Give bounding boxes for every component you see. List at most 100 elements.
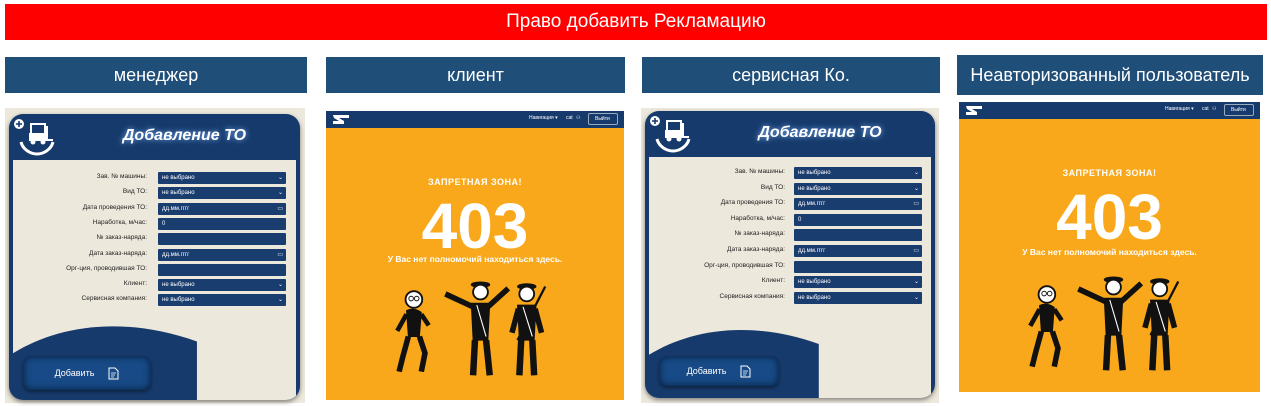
user-icon: ⚇ xyxy=(1212,106,1217,112)
form-title: Добавление ТО xyxy=(122,127,247,144)
user-short: cat xyxy=(566,115,573,121)
text-field[interactable]: 0 xyxy=(794,213,922,226)
error-code: 403 xyxy=(1056,181,1163,253)
add-button-label: Добавить xyxy=(54,368,95,378)
field-value: не выбрано xyxy=(162,297,195,304)
form-row: Сервисная компания: не выбрано ⌄ xyxy=(13,294,296,307)
document-edit-icon xyxy=(740,365,751,377)
select-field[interactable]: не выбрано ⌄ xyxy=(158,187,286,200)
service-screenshot: Добавление ТО Зав. № машины: не выбрано ⌄ В… xyxy=(641,108,939,403)
calendar-icon: ▭ xyxy=(277,205,283,212)
field-label: № заказ-наряда: xyxy=(734,230,785,238)
logout-button[interactable]: Выйти xyxy=(1224,104,1254,116)
unauthorized-screenshot: Навигация ▾ cat ⚇ Выйти ЗАПРЕТНАЯ ЗОНА! … xyxy=(959,102,1260,392)
field-label: Сервисная компания: xyxy=(719,292,785,300)
date-field[interactable]: дд.мм.гггг ▭ xyxy=(158,248,286,261)
form-row: Наработка, м/час: 0 xyxy=(13,217,296,231)
form-body: Зав. № машины: не выбрано ⌄ Вид ТО: не выбра… xyxy=(13,160,296,400)
calendar-icon: ▭ xyxy=(277,251,283,258)
field-value: не выбрано xyxy=(162,282,195,289)
field-label: Клиент: xyxy=(123,280,147,288)
field-label: Орг-ция, проводившая ТО: xyxy=(66,264,147,272)
date-field[interactable]: дд.мм.гггг ▭ xyxy=(794,198,922,211)
form-row: Вид ТО: не выбрано ⌄ xyxy=(13,187,296,200)
text-field[interactable] xyxy=(794,260,922,273)
navigation-label: Навигация xyxy=(1165,106,1190,112)
forklift-hands-logo-icon xyxy=(650,116,691,153)
form-row: Дата заказ-наряда: дд.мм.гггг ▭ xyxy=(649,245,931,258)
field-label: Наработка, м/час: xyxy=(92,218,147,226)
select-field[interactable]: не выбрано ⌄ xyxy=(794,291,922,304)
chevron-down-icon: ⌄ xyxy=(277,190,283,197)
document-edit-icon xyxy=(108,367,119,379)
text-field[interactable]: 0 xyxy=(158,217,286,230)
page-banner: Право добавить Рекламацию xyxy=(5,4,1267,40)
top-navbar: Навигация ▾ cat ⚇ Выйти xyxy=(959,102,1260,119)
field-label: № заказ-наряда: xyxy=(96,234,147,242)
brand-logo-icon[interactable] xyxy=(332,114,350,125)
guards-illustration xyxy=(1028,276,1180,371)
column-header-service: сервисная Ко. xyxy=(642,57,940,93)
navigation-dropdown[interactable]: Навигация ▾ xyxy=(1165,106,1194,112)
column-header-manager: менеджер xyxy=(5,57,307,93)
no-permission-message: У Вас нет полномочий находиться здесь. xyxy=(1022,247,1197,257)
calendar-icon: ▭ xyxy=(913,248,919,254)
guards-illustration xyxy=(395,281,547,376)
select-field[interactable]: не выбрано ⌄ xyxy=(158,172,286,184)
field-label: Дата заказ-наряда: xyxy=(89,249,147,257)
navigation-label: Навигация xyxy=(529,115,554,121)
select-field[interactable]: не выбрано ⌄ xyxy=(794,182,922,195)
logout-label: Выйти xyxy=(595,116,610,122)
field-value: дд.мм.гггг xyxy=(798,201,826,208)
select-field[interactable]: не выбрано ⌄ xyxy=(158,294,286,307)
date-field[interactable]: дд.мм.гггг ▭ xyxy=(794,245,922,257)
text-field[interactable] xyxy=(158,233,286,246)
brand-logo-icon[interactable] xyxy=(965,105,983,116)
field-value: 0 xyxy=(798,216,802,223)
add-button[interactable]: Добавить xyxy=(23,356,151,390)
field-value: не выбрано xyxy=(162,190,195,197)
form-row: № заказ-наряда: xyxy=(13,233,296,246)
field-value: дд.мм.гггг xyxy=(798,248,826,254)
field-value: не выбрано xyxy=(798,279,831,286)
top-navbar: Навигация ▾ cat ⚇ Выйти xyxy=(326,111,624,128)
column-header-client: клиент xyxy=(326,57,625,93)
form-header: Добавление ТО xyxy=(9,114,300,160)
chevron-down-icon: ⌄ xyxy=(913,294,919,301)
forbidden-zone-heading: ЗАПРЕТНАЯ ЗОНА! xyxy=(428,177,522,187)
field-value: 0 xyxy=(162,220,166,227)
no-permission-message: У Вас нет полномочий находиться здесь. xyxy=(387,254,563,264)
forbidden-zone-heading: ЗАПРЕТНАЯ ЗОНА! xyxy=(1062,168,1157,178)
form-row: Клиент: не выбрано ⌄ xyxy=(13,279,296,292)
navigation-dropdown[interactable]: Навигация ▾ xyxy=(529,115,558,121)
form-row: Дата проведения ТО: дд.мм.гггг ▭ xyxy=(649,198,931,211)
text-field[interactable] xyxy=(794,229,922,242)
chevron-down-icon: ⌄ xyxy=(277,297,283,304)
select-field[interactable]: не выбрано ⌄ xyxy=(794,167,922,179)
field-label: Орг-ция, проводившая ТО: xyxy=(704,261,785,269)
form-title: Добавление ТО xyxy=(758,124,882,141)
logout-button[interactable]: Выйти xyxy=(588,113,618,125)
field-label: Дата проведения ТО: xyxy=(82,203,147,211)
form-row: Сервисная компания: не выбрано ⌄ xyxy=(649,291,931,305)
manager-screenshot: Добавление ТО Зав. № машины: не выбрано ⌄ В… xyxy=(5,108,305,403)
add-button[interactable]: Добавить xyxy=(659,356,779,386)
select-field[interactable]: не выбрано ⌄ xyxy=(794,276,922,289)
forklift-hands-logo-icon xyxy=(14,119,55,156)
error-code: 403 xyxy=(421,190,529,262)
field-label: Вид ТО: xyxy=(760,183,785,191)
field-value: не выбрано xyxy=(798,185,831,192)
text-field[interactable] xyxy=(158,263,286,276)
chevron-down-icon: ⌄ xyxy=(913,185,919,192)
date-field[interactable]: дд.мм.гггг ▭ xyxy=(158,202,286,215)
field-label: Вид ТО: xyxy=(122,188,147,196)
form-header: Добавление ТО xyxy=(645,111,935,157)
form-row: Орг-ция, проводившая ТО: xyxy=(13,263,296,277)
select-field[interactable]: не выбрано ⌄ xyxy=(158,279,286,292)
field-value: дд.мм.гггг xyxy=(162,205,190,212)
form-row: Вид ТО: не выбрано ⌄ xyxy=(649,182,931,196)
field-label: Дата проведения ТО: xyxy=(720,199,785,207)
logout-label: Выйти xyxy=(1231,107,1246,113)
column-header-unauthorized: Неавторизованный пользователь xyxy=(957,55,1263,95)
chevron-down-icon: ⌄ xyxy=(277,175,283,181)
